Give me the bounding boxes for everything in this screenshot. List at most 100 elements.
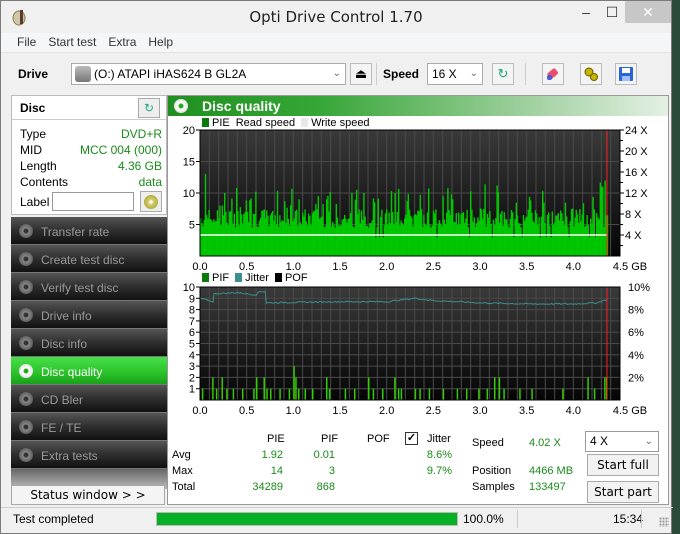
avg-pie-value: 1.92 bbox=[261, 449, 283, 461]
pie-bar bbox=[396, 211, 399, 256]
pie-bar bbox=[472, 221, 474, 256]
pie-bar bbox=[234, 227, 237, 256]
x-tick-label: 3.0 bbox=[472, 261, 487, 273]
speed-select-value: 16 X bbox=[432, 67, 457, 81]
pie-bar bbox=[225, 211, 227, 256]
erase-button[interactable] bbox=[542, 63, 564, 85]
pie-bar bbox=[202, 226, 204, 256]
pif-bar bbox=[397, 388, 400, 400]
pie-bar bbox=[333, 224, 335, 256]
save-button[interactable] bbox=[615, 63, 637, 85]
total-pie-value: 34289 bbox=[252, 481, 283, 493]
label-input[interactable] bbox=[52, 192, 134, 211]
menu-help[interactable]: Help bbox=[142, 33, 179, 52]
resize-grip[interactable] bbox=[659, 517, 669, 527]
y-right-tick-label: 8% bbox=[628, 305, 644, 317]
pie-bar bbox=[476, 223, 478, 256]
pie-bar bbox=[550, 237, 552, 256]
status-window-button[interactable]: Status window > > bbox=[11, 485, 165, 505]
pie-bar bbox=[280, 221, 282, 256]
pie-bar bbox=[504, 218, 507, 256]
sidebar-item-extra-tests[interactable]: Extra tests bbox=[11, 441, 167, 469]
close-button[interactable]: ✕ bbox=[625, 1, 671, 23]
pie-bar bbox=[598, 219, 600, 256]
pif-bar bbox=[354, 388, 356, 400]
avg-pif-value: 0.01 bbox=[313, 449, 335, 461]
sidebar-item-disc-info[interactable]: Disc info bbox=[11, 329, 167, 357]
pie-bar bbox=[250, 198, 252, 256]
stats-header-pof: POF bbox=[367, 433, 390, 445]
y-right-tick-label: 2% bbox=[628, 372, 644, 384]
pie-bar bbox=[342, 218, 345, 256]
pie-bar bbox=[213, 219, 215, 256]
toolbar-divider bbox=[525, 63, 526, 85]
max-pif-value: 3 bbox=[328, 465, 335, 477]
pie-bar bbox=[560, 210, 562, 256]
pie-bar bbox=[468, 237, 471, 256]
eject-button[interactable]: ⏏ bbox=[350, 63, 372, 85]
settings-button[interactable] bbox=[580, 63, 602, 85]
pie-bar bbox=[554, 222, 556, 256]
start-full-button[interactable]: Start full bbox=[587, 454, 659, 476]
refresh-disc-button[interactable]: ↻ bbox=[138, 98, 160, 118]
test-speed-select[interactable]: 4 X ⌄ bbox=[585, 431, 659, 452]
pie-bar bbox=[572, 208, 574, 256]
pif-bar bbox=[253, 388, 255, 400]
samples-value: 133497 bbox=[529, 481, 566, 493]
pif-bar bbox=[226, 388, 228, 400]
pie-bar bbox=[365, 225, 367, 256]
pie-bar bbox=[479, 208, 481, 256]
menu-start-test[interactable]: Start test bbox=[42, 33, 102, 52]
pif-bar bbox=[593, 388, 596, 400]
pie-bar bbox=[507, 225, 509, 256]
refresh-speed-button[interactable]: ↻ bbox=[492, 63, 514, 85]
start-part-button[interactable]: Start part bbox=[587, 481, 659, 503]
y-tick-label: 5 bbox=[189, 339, 195, 351]
sidebar-item-drive-info[interactable]: Drive info bbox=[11, 301, 167, 329]
pie-bar bbox=[424, 223, 426, 256]
sidebar-item-fe-te[interactable]: FE / TE bbox=[11, 413, 167, 441]
sidebar-item-disc-quality[interactable]: Disc quality bbox=[11, 357, 167, 385]
jitter-checkbox[interactable]: ✓ bbox=[405, 432, 418, 445]
pie-bar bbox=[488, 217, 490, 256]
pie-bar bbox=[320, 217, 322, 256]
pie-bar bbox=[228, 211, 231, 256]
menu-extra[interactable]: Extra bbox=[102, 33, 142, 52]
drive-select[interactable]: (O:) ATAPI iHAS624 B GL2A ⌄ bbox=[71, 63, 346, 85]
sidebar-item-cd-bler[interactable]: CD Bler bbox=[11, 385, 167, 413]
y-tick-label: 6 bbox=[189, 327, 195, 339]
pie-bar bbox=[374, 202, 376, 256]
pie-bar bbox=[482, 218, 484, 256]
sidebar-item-transfer-rate[interactable]: Transfer rate bbox=[11, 217, 167, 245]
toolbar-divider bbox=[376, 63, 377, 85]
speed-select[interactable]: 16 X ⌄ bbox=[427, 63, 483, 85]
y-right-tick-label: 6% bbox=[628, 327, 644, 339]
menu-bar: File Start test Extra Help bbox=[1, 33, 671, 53]
sidebar-item-verify-test-disc[interactable]: Verify test disc bbox=[11, 273, 167, 301]
elapsed-time: 15:34 bbox=[613, 512, 644, 526]
pie-bar bbox=[525, 217, 527, 256]
refresh-icon: ↻ bbox=[497, 66, 509, 81]
pie-bar bbox=[575, 209, 577, 256]
progress-percent: 100.0% bbox=[463, 512, 504, 526]
pie-bar bbox=[288, 225, 291, 256]
maximize-button[interactable]: ☐ bbox=[597, 1, 627, 23]
pie-bar bbox=[419, 194, 421, 256]
pie-bar bbox=[498, 222, 501, 256]
stats-header-pie: PIE bbox=[267, 433, 285, 445]
pie-bar bbox=[298, 199, 300, 256]
pie-bar bbox=[244, 211, 246, 256]
label-button[interactable] bbox=[140, 191, 162, 212]
pif-bar bbox=[256, 377, 258, 400]
y-tick-label: 10 bbox=[183, 188, 195, 200]
disc-icon bbox=[19, 252, 33, 266]
pif-bar bbox=[604, 377, 606, 400]
pie-bar bbox=[432, 210, 435, 256]
pie-bar bbox=[383, 225, 385, 256]
menu-file[interactable]: File bbox=[11, 33, 42, 52]
sidebar-item-create-test-disc[interactable]: Create test disc bbox=[11, 245, 167, 273]
sidebar-item-label: Disc quality bbox=[41, 365, 103, 379]
pie-bar bbox=[545, 237, 547, 256]
pif-bar bbox=[486, 388, 489, 400]
pie-bar bbox=[351, 192, 353, 256]
